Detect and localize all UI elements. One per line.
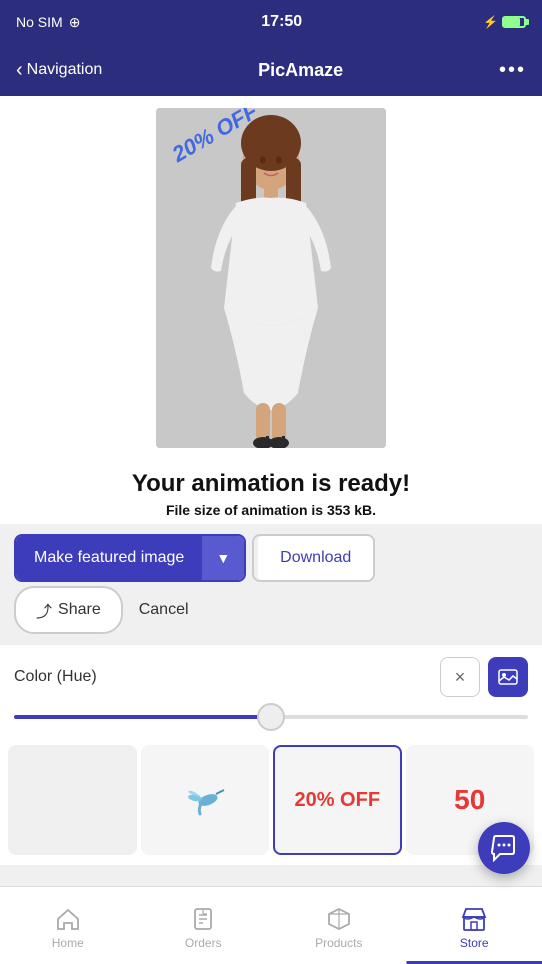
tab-home[interactable]: Home	[0, 902, 136, 950]
thumbnail-bird[interactable]	[141, 745, 270, 855]
back-button[interactable]: ‹ Navigation	[16, 59, 102, 82]
featured-group: Make featured image ▼	[14, 534, 246, 582]
more-options-button[interactable]: •••	[499, 59, 526, 82]
slider-thumb[interactable]	[257, 703, 285, 731]
chat-icon	[490, 834, 518, 862]
thumbnail-20percent[interactable]: 20% OFF	[273, 745, 402, 855]
bird-image	[180, 770, 230, 830]
close-color-button[interactable]: ×	[440, 657, 480, 697]
featured-dropdown-button[interactable]: ▼	[202, 536, 244, 580]
animation-title: Your animation is ready!	[16, 470, 526, 498]
animation-ready-section: Your animation is ready! File size of an…	[0, 456, 542, 524]
share-icon: ⤴	[36, 598, 52, 622]
status-left: No SIM ⊕	[16, 14, 80, 31]
color-section: Color (Hue) ×	[0, 644, 542, 737]
charging-icon: ⚡	[483, 15, 498, 29]
action-buttons-row: Make featured image ▼ Download	[14, 534, 528, 582]
home-icon	[55, 906, 81, 932]
image-edit-icon	[497, 666, 519, 688]
tab-home-label: Home	[52, 936, 84, 950]
x-icon: ×	[455, 667, 466, 688]
tab-orders-label: Orders	[185, 936, 222, 950]
image-container: 20% OFF	[0, 96, 542, 456]
color-hue-slider[interactable]	[14, 707, 528, 727]
tab-store[interactable]: Store	[407, 902, 542, 950]
make-featured-image-button[interactable]: Make featured image	[16, 536, 202, 580]
nav-title: PicAmaze	[258, 60, 343, 81]
figure-wrapper: 20% OFF	[156, 108, 386, 448]
color-label: Color (Hue)	[14, 668, 97, 686]
tab-products-label: Products	[315, 936, 362, 950]
color-controls: ×	[440, 657, 528, 697]
file-size-prefix: File size of animation is	[166, 502, 327, 518]
battery-fill	[504, 18, 520, 26]
carrier-label: No SIM	[16, 14, 63, 30]
thumbnail-50-text: 50	[454, 784, 485, 816]
chat-bubble-button[interactable]	[478, 822, 530, 874]
back-label[interactable]: Navigation	[27, 61, 103, 79]
share-cancel-row: ⤴ Share Cancel	[14, 586, 528, 634]
cancel-button[interactable]: Cancel	[123, 591, 205, 629]
file-size-unit: kB.	[350, 502, 376, 518]
tab-store-label: Store	[460, 936, 489, 950]
thumbnails-row: 20% OFF 50	[0, 737, 542, 865]
tab-orders[interactable]: Orders	[136, 902, 272, 950]
file-size-text: File size of animation is 353 kB.	[16, 502, 526, 518]
file-size-value: 353	[327, 502, 350, 518]
thumbnail-blank[interactable]	[8, 745, 137, 855]
status-time: 17:50	[261, 13, 302, 31]
share-label: Share	[58, 601, 101, 619]
product-image: 20% OFF	[156, 108, 386, 448]
tab-bar: Home Orders Products Store	[0, 886, 542, 964]
status-bar: No SIM ⊕ 17:50 ⚡	[0, 0, 542, 44]
battery-icon	[502, 16, 526, 28]
color-header: Color (Hue) ×	[14, 657, 528, 697]
back-chevron-icon: ‹	[16, 59, 23, 82]
wifi-icon: ⊕	[69, 14, 81, 31]
image-edit-button[interactable]	[488, 657, 528, 697]
nav-bar: ‹ Navigation PicAmaze •••	[0, 44, 542, 96]
products-icon	[326, 906, 352, 932]
share-button[interactable]: ⤴ Share	[14, 586, 123, 634]
store-icon	[461, 906, 487, 932]
orders-icon	[190, 906, 216, 932]
thumbnail-20percent-text: 20% OFF	[294, 789, 380, 812]
download-button[interactable]: Download	[258, 536, 373, 580]
download-btn-wrapper: Download	[252, 534, 375, 582]
slider-track	[14, 715, 528, 719]
battery-container: ⚡	[483, 15, 526, 29]
tab-products[interactable]: Products	[271, 902, 407, 950]
